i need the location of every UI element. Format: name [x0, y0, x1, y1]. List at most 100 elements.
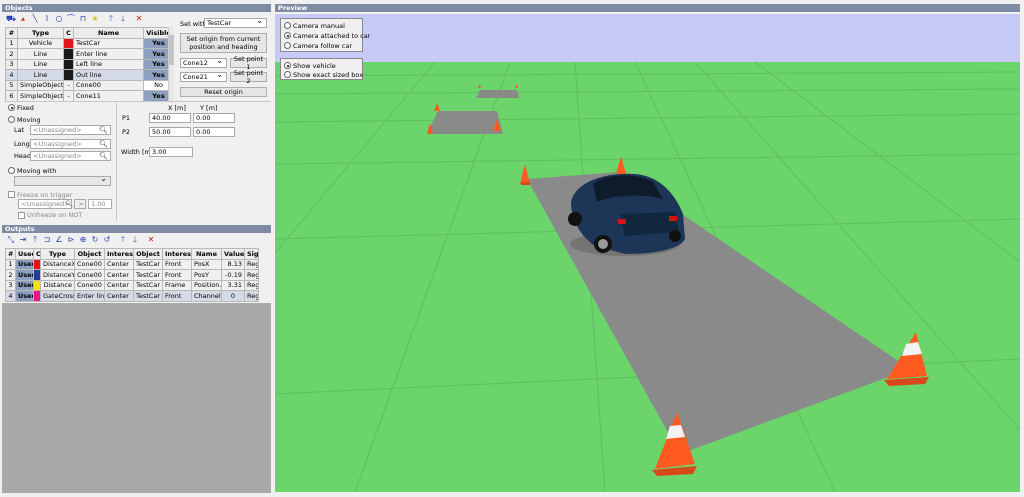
table-row[interactable]: 5 SimpleObject - Cone00 No: [5, 79, 174, 91]
delete-icon[interactable]: ✕: [134, 14, 144, 24]
table-row[interactable]: 3 Used Distance Cone00 Center TestCar Fr…: [5, 279, 259, 291]
search-icon[interactable]: 🔍︎: [99, 126, 108, 134]
row-name[interactable]: PosX: [191, 258, 222, 270]
show-exact-radio[interactable]: [284, 71, 291, 78]
row-sign[interactable]: Reg.: [244, 258, 259, 270]
preview-viewport[interactable]: Camera manual Camera attached to car Cam…: [275, 14, 1020, 492]
p2-y-input[interactable]: 0.00: [193, 127, 235, 137]
search-icon[interactable]: 🔍︎: [65, 200, 73, 208]
row-interest2[interactable]: Front: [162, 258, 192, 270]
row-color-swatch[interactable]: [33, 279, 41, 291]
move-down-icon[interactable]: 🡓: [130, 235, 140, 245]
row-name[interactable]: TestCar: [73, 37, 144, 49]
row-used[interactable]: Used: [15, 279, 34, 291]
freeze-operator[interactable]: >: [74, 199, 86, 209]
row-used[interactable]: Used: [15, 258, 34, 270]
set-with-select[interactable]: TestCar: [204, 18, 267, 28]
add-angle-icon[interactable]: ∠: [54, 235, 64, 245]
row-color-swatch[interactable]: [33, 290, 41, 302]
row-name[interactable]: Left line: [73, 58, 144, 70]
add-rate-icon[interactable]: ↺: [102, 235, 112, 245]
row-color-swatch[interactable]: [63, 37, 74, 49]
add-speed-icon[interactable]: ⊳: [66, 235, 76, 245]
move-up-icon[interactable]: 🡑: [118, 235, 128, 245]
arc-tool-icon[interactable]: ⌒: [66, 14, 76, 24]
delete-icon[interactable]: ✕: [146, 235, 156, 245]
p1-y-input[interactable]: 0.00: [193, 113, 235, 123]
row-color-swatch[interactable]: [33, 269, 41, 281]
freeze-input[interactable]: <Unassigned>: [18, 199, 72, 209]
row-object2[interactable]: TestCar: [133, 258, 163, 270]
row-name[interactable]: Channel: [191, 290, 222, 302]
row-used[interactable]: Used: [15, 290, 34, 302]
head-input[interactable]: <Unassigned> 🔍︎: [30, 151, 111, 161]
camera-attached-radio[interactable]: [284, 32, 291, 39]
row-interest1[interactable]: Center: [104, 290, 134, 302]
add-gate-icon[interactable]: ⊐: [42, 235, 52, 245]
row-sign[interactable]: Reg.: [244, 290, 259, 302]
cone-tool-icon[interactable]: ▴: [18, 14, 28, 24]
row-interest1[interactable]: Center: [104, 269, 134, 281]
move-up-icon[interactable]: 🡑: [106, 14, 116, 24]
moving-with-select[interactable]: [14, 176, 111, 186]
row-type[interactable]: DistanceX: [40, 258, 75, 270]
set-origin-button[interactable]: Set origin from current position and hea…: [180, 33, 267, 53]
camera-follow-radio[interactable]: [284, 42, 291, 49]
row-type[interactable]: SimpleObject: [17, 90, 64, 102]
row-type[interactable]: Vehicle: [17, 37, 64, 49]
freeze-threshold-input[interactable]: 1.00: [88, 199, 112, 209]
row-name[interactable]: Position...: [191, 279, 222, 291]
freeze-checkbox[interactable]: [8, 191, 15, 198]
add-distance-y-icon[interactable]: ⤒: [30, 235, 40, 245]
lat-input[interactable]: <Unassigned> 🔍︎: [30, 125, 111, 135]
table-row[interactable]: 1 Vehicle TestCar Yes: [5, 37, 174, 49]
unfreeze-checkbox[interactable]: [18, 212, 25, 219]
row-object2[interactable]: TestCar: [133, 269, 163, 281]
row-object2[interactable]: TestCar: [133, 290, 163, 302]
row-object2[interactable]: TestCar: [133, 279, 163, 291]
row-color-swatch[interactable]: [63, 58, 74, 70]
row-name[interactable]: Enter line: [73, 48, 144, 60]
table-row[interactable]: 2 Line Enter line Yes: [5, 48, 174, 60]
table-row[interactable]: 2 Used DistanceY Cone00 Center TestCar F…: [5, 269, 259, 281]
row-interest2[interactable]: Front: [162, 269, 192, 281]
row-type[interactable]: DistanceY: [40, 269, 75, 281]
add-distance-icon[interactable]: ⤡: [6, 235, 16, 245]
moving-radio[interactable]: [8, 116, 15, 123]
row-interest2[interactable]: Frame: [162, 279, 192, 291]
reset-origin-button[interactable]: Reset origin: [180, 87, 267, 97]
row-color-swatch[interactable]: [63, 48, 74, 60]
fixed-radio[interactable]: [8, 104, 15, 111]
add-distance-x-icon[interactable]: ⇥: [18, 235, 28, 245]
set-point1-button[interactable]: Set point 1: [230, 55, 267, 71]
row-type[interactable]: Line: [17, 48, 64, 60]
table-row[interactable]: 4 Used GateCross Enter line Center TestC…: [5, 290, 259, 302]
line-tool-icon[interactable]: ╲: [30, 14, 40, 24]
long-input[interactable]: <Unassigned> 🔍︎: [30, 139, 111, 149]
row-type[interactable]: GateCross: [40, 290, 75, 302]
row-used[interactable]: Used: [15, 269, 34, 281]
row-color-swatch[interactable]: [63, 69, 74, 81]
row-name[interactable]: Out line: [73, 69, 144, 81]
move-down-icon[interactable]: 🡓: [118, 14, 128, 24]
row-sign[interactable]: Reg.: [244, 279, 259, 291]
table-row[interactable]: 3 Line Left line Yes: [5, 58, 174, 70]
row-object1[interactable]: Enter line: [74, 290, 105, 302]
set-point2-button[interactable]: Set point 2: [230, 69, 267, 85]
row-color-swatch[interactable]: -: [63, 79, 74, 91]
row-interest1[interactable]: Center: [104, 279, 134, 291]
row-object1[interactable]: Cone00: [74, 269, 105, 281]
add-rotation-icon[interactable]: ↻: [90, 235, 100, 245]
scrollbar-thumb[interactable]: [169, 35, 174, 65]
row-object1[interactable]: Cone00: [74, 279, 105, 291]
cone-a-select[interactable]: Cone12: [180, 58, 227, 68]
row-name[interactable]: Cone00: [73, 79, 144, 91]
row-type[interactable]: SimpleObject: [17, 79, 64, 91]
search-icon[interactable]: 🔍︎: [99, 140, 108, 148]
objects-table-scrollbar[interactable]: [168, 27, 174, 101]
row-type[interactable]: Distance: [40, 279, 75, 291]
polyline-tool-icon[interactable]: ⌇: [42, 14, 52, 24]
row-color-swatch[interactable]: [33, 258, 41, 270]
row-sign[interactable]: Reg.: [244, 269, 259, 281]
table-row[interactable]: 1 Used DistanceX Cone00 Center TestCar F…: [5, 258, 259, 270]
